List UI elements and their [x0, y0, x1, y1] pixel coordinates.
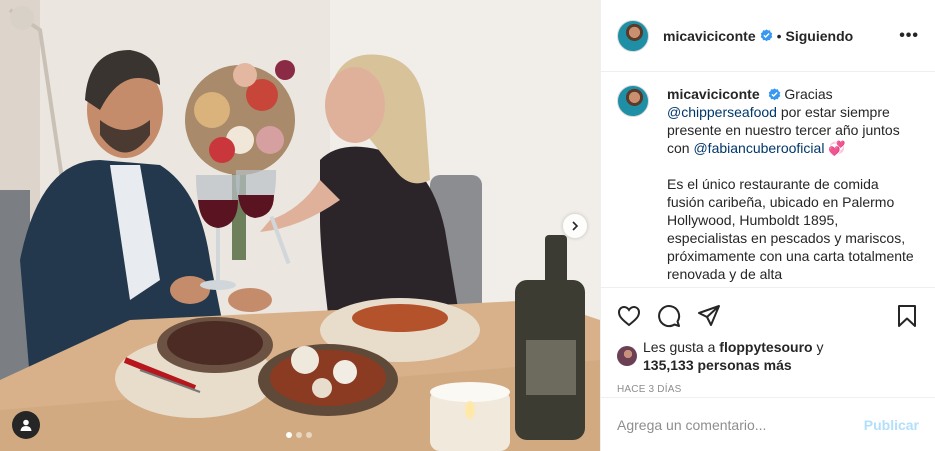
- likes-connector: y: [816, 339, 824, 355]
- action-icons-row: [617, 296, 919, 336]
- tagged-users-button[interactable]: [12, 411, 40, 439]
- add-comment-form: Publicar: [601, 397, 935, 451]
- heart-icon: [617, 305, 641, 327]
- follow-separator: •: [776, 27, 782, 44]
- caption-username[interactable]: micaviciconte: [667, 86, 760, 102]
- post-photo[interactable]: [0, 0, 600, 451]
- carousel-dot-active: [286, 432, 292, 438]
- caption-text-1: Gracias: [784, 86, 833, 102]
- caption-paragraph-2: Es el único restaurante de comida fusión…: [667, 176, 914, 282]
- carousel-dot: [296, 432, 302, 438]
- verified-badge-icon: [760, 29, 772, 42]
- likes-summary[interactable]: Les gusta a floppytesouro y 135,133 pers…: [617, 338, 919, 374]
- post-side-panel: micaviciconte • Siguiendo ••• micavicico…: [600, 0, 935, 451]
- carousel-next-button[interactable]: [563, 214, 587, 238]
- carousel-dot: [306, 432, 312, 438]
- comment-button[interactable]: [657, 296, 697, 336]
- liker-avatar[interactable]: [617, 346, 637, 366]
- post-actions: Les gusta a floppytesouro y 135,133 pers…: [601, 287, 935, 395]
- likes-count[interactable]: 135,133 personas más: [643, 357, 792, 373]
- photo-scene: [0, 0, 600, 451]
- publish-button[interactable]: Publicar: [864, 417, 919, 433]
- mention-link-fabiancuberooficial[interactable]: @fabiancuberooficial: [693, 140, 824, 156]
- user-icon: [20, 419, 32, 431]
- bookmark-icon: [898, 305, 916, 327]
- liker-username[interactable]: floppytesouro: [719, 339, 812, 355]
- likes-text: Les gusta a floppytesouro y 135,133 pers…: [643, 338, 824, 374]
- post-caption: micaviciconte Gracias @chipperseafood po…: [617, 85, 919, 283]
- caption-avatar[interactable]: [617, 85, 649, 117]
- carousel-indicator: [286, 432, 312, 438]
- following-button[interactable]: Siguiendo: [786, 28, 854, 44]
- likes-prefix: Les gusta a: [643, 339, 716, 355]
- author-avatar[interactable]: [617, 19, 649, 52]
- caption-text: micaviciconte Gracias @chipperseafood po…: [667, 85, 917, 283]
- share-button[interactable]: [697, 296, 737, 336]
- post-timestamp[interactable]: HACE 3 DÍAS: [617, 384, 919, 395]
- comment-icon: [658, 305, 681, 328]
- post-header: micaviciconte • Siguiendo •••: [601, 0, 935, 72]
- instagram-post: micaviciconte • Siguiendo ••• micavicico…: [0, 0, 935, 451]
- two-hearts-emoji: 💞: [828, 140, 846, 156]
- verified-badge-icon: [768, 88, 780, 101]
- save-button[interactable]: [879, 296, 919, 336]
- like-button[interactable]: [617, 296, 657, 336]
- author-username[interactable]: micaviciconte: [663, 28, 756, 44]
- chevron-right-icon: [572, 221, 579, 231]
- mention-link-chipperseafood[interactable]: @chipperseafood: [667, 104, 777, 120]
- more-options-icon[interactable]: •••: [899, 27, 919, 45]
- comment-input[interactable]: [617, 416, 864, 433]
- comments-section[interactable]: micaviciconte Gracias @chipperseafood po…: [601, 73, 935, 283]
- share-icon: [698, 305, 720, 326]
